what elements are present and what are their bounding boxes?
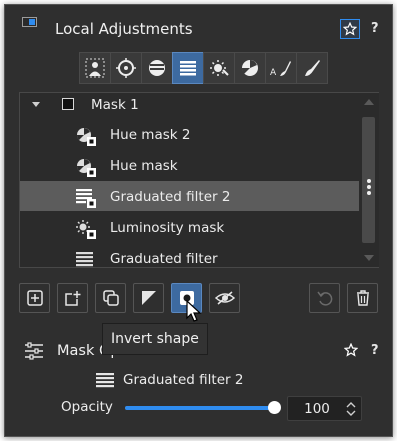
spin-arrows-icon[interactable] [346,401,356,417]
tool-luminosity-mask[interactable] [203,52,235,84]
tool-graduated-filter[interactable] [172,52,204,84]
local-adjustments-panel: Local Adjustments ? A Mask 1 Hue mask 2 … [4,4,393,437]
add-shape-button[interactable] [57,283,88,313]
tool-person-mask[interactable] [79,52,111,84]
graduated-filter-icon [180,61,196,76]
tool-brush[interactable] [296,52,328,84]
hue-mask-icon [241,60,258,76]
opacity-spinbox[interactable]: 100 [287,396,362,421]
add-mask-icon [26,290,43,306]
opacity-slider[interactable] [125,401,281,414]
duplicate-icon [102,290,119,306]
luminosity-mask-icon [76,220,96,239]
scroll-down-icon[interactable] [364,255,374,261]
list-item[interactable]: Graduated filter [20,243,359,273]
svg-text:A: A [270,68,277,78]
panel-title: Local Adjustments [55,20,193,38]
favorite-star-button[interactable] [343,342,359,361]
opacity-slider-fill [125,406,275,410]
help-button[interactable]: ? [371,21,379,36]
undo-icon [316,291,332,306]
mouse-cursor-icon [186,300,202,322]
list-item-label: Graduated filter [110,251,218,267]
mask-enable-checkbox[interactable] [62,98,74,110]
opacity-value: 100 [304,401,330,417]
tooltip: Invert shape [102,323,208,355]
toggle-visibility-button[interactable] [209,283,240,313]
add-shape-icon [64,291,80,306]
control-point-icon [116,58,136,78]
current-filter-label: Graduated filter 2 [123,372,244,388]
hue-mask-icon [76,159,96,177]
list-item-label: Hue mask 2 [110,127,191,143]
star-icon [343,342,359,357]
star-icon [343,22,357,36]
sliders-icon [25,342,43,360]
trash-icon [356,290,369,306]
luminosity-mask-icon [210,60,229,76]
visibility-icon [214,291,235,305]
brush-icon [305,60,320,76]
graduated-filter-icon [76,189,96,208]
delete-button[interactable] [347,283,378,313]
hue-mask-icon [76,128,96,146]
panel-enable-toggle[interactable] [22,17,37,27]
list-item-label: Luminosity mask [110,220,225,236]
opacity-slider-knob[interactable] [268,401,281,414]
person-mask-icon [85,58,105,78]
panel-header: Local Adjustments ? [5,5,392,39]
ellipse-filter-icon [149,60,165,76]
help-button[interactable]: ? [371,343,379,358]
opacity-label: Opacity [61,399,113,415]
add-mask-button[interactable] [19,283,50,313]
reset-button[interactable] [309,283,340,313]
invert-mask-icon [141,291,156,305]
more-options-icon[interactable] [367,179,371,195]
list-item-label: Hue mask [110,158,178,174]
invert-mask-button[interactable] [133,283,164,313]
list-item-label: Graduated filter 2 [110,189,231,205]
tool-hue-mask[interactable] [234,52,266,84]
favorite-star-button[interactable] [340,19,360,39]
mask-tool-bar: A [79,52,328,84]
list-item[interactable]: Hue mask [20,150,359,180]
collapse-caret-icon[interactable] [32,102,40,107]
duplicate-button[interactable] [95,283,126,313]
mask-list: Mask 1 Hue mask 2 Hue mask Graduated fil… [19,92,379,268]
tool-control-point[interactable] [110,52,142,84]
graduated-filter-icon [96,373,114,388]
scroll-up-icon[interactable] [364,99,374,105]
text-brush-icon: A [270,61,291,78]
list-item[interactable]: Hue mask 2 [20,119,359,149]
list-item[interactable]: Luminosity mask [20,212,359,242]
tool-text-brush[interactable]: A [265,52,297,84]
graduated-filter-icon [76,252,93,267]
tool-ellipse-filter[interactable] [141,52,173,84]
list-item-selected[interactable]: Graduated filter 2 [20,181,359,211]
mask-group-label: Mask 1 [91,97,139,113]
